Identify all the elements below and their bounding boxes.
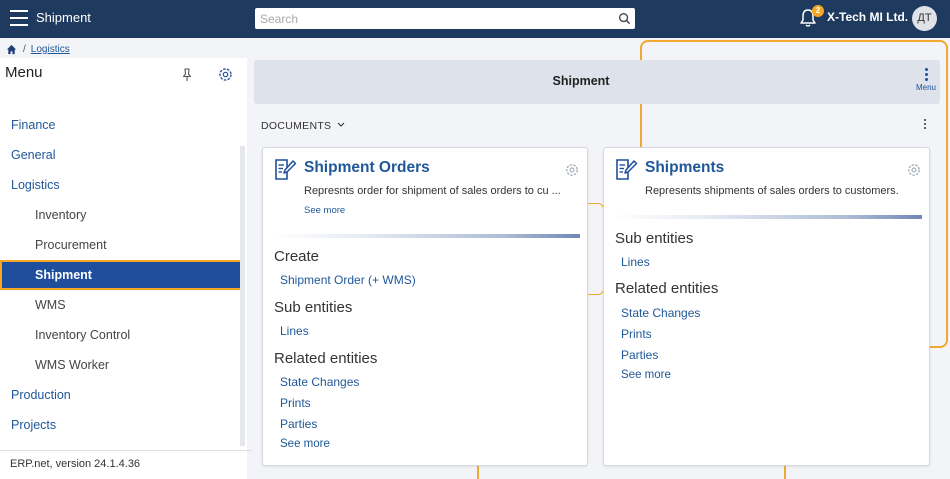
breadcrumb: / Logistics: [6, 42, 70, 56]
gear-icon[interactable]: [217, 66, 234, 83]
sidebar-item-logistics[interactable]: Logistics: [0, 170, 242, 200]
create-shipment-order-link[interactable]: Shipment Order (+ WMS): [280, 273, 416, 287]
shipment-orders-card: Shipment Orders Represnts order for ship…: [262, 147, 588, 466]
documents-label: DOCUMENTS: [261, 120, 332, 132]
sidebar-item-inventory-control[interactable]: Inventory Control: [0, 320, 242, 350]
home-icon[interactable]: [6, 44, 17, 55]
prints-link[interactable]: Prints: [280, 396, 311, 410]
see-more-link[interactable]: See more: [621, 369, 671, 381]
page-title: Shipment: [552, 74, 610, 88]
parties-link[interactable]: Parties: [280, 417, 317, 431]
sub-entities-heading: Sub entities: [274, 299, 353, 316]
lines-link[interactable]: Lines: [621, 255, 650, 269]
shipments-card: Shipments Represents shipments of sales …: [603, 147, 930, 466]
sidebar-item-shipment[interactable]: Shipment: [0, 260, 242, 290]
sidebar-item-procurement[interactable]: Procurement: [0, 230, 242, 260]
sidebar-divider: [0, 450, 252, 451]
card-description: Represents shipments of sales orders to …: [645, 185, 899, 197]
breadcrumb-logistics-link[interactable]: Logistics: [31, 44, 70, 55]
sidebar-item-general[interactable]: General: [0, 140, 242, 170]
card-title[interactable]: Shipment Orders: [304, 159, 430, 177]
app-title: Shipment: [36, 10, 91, 25]
card-description: Represnts order for shipment of sales or…: [304, 185, 561, 197]
chevron-down-icon: [337, 122, 344, 127]
sidebar-item-production[interactable]: Production: [0, 380, 242, 410]
version-label: ERP.net, version 24.1.4.36: [10, 458, 141, 470]
document-edit-icon: [275, 159, 297, 180]
menu-title: Menu: [5, 64, 43, 81]
state-changes-link[interactable]: State Changes: [621, 306, 700, 320]
sub-entities-heading: Sub entities: [615, 230, 694, 247]
menu-label: Menu: [915, 83, 936, 92]
notification-badge: 2: [812, 5, 824, 17]
hamburger-menu-icon[interactable]: [10, 10, 28, 26]
search-input[interactable]: [255, 8, 605, 29]
see-more-link[interactable]: See more: [304, 205, 345, 216]
sidebar-scrollbar[interactable]: [240, 146, 245, 446]
company-selector[interactable]: X-Tech MI Ltd.: [827, 10, 908, 24]
connector-line: [587, 203, 604, 295]
sidebar-item-finance[interactable]: Finance: [0, 110, 242, 140]
see-more-link[interactable]: See more: [280, 438, 330, 450]
gear-icon[interactable]: [906, 162, 922, 178]
pin-icon[interactable]: [181, 68, 193, 82]
kebab-icon: [924, 68, 928, 81]
page-menu-button[interactable]: Menu: [914, 68, 938, 98]
documents-section-toggle[interactable]: DOCUMENTS: [261, 120, 345, 132]
card-divider: [612, 215, 922, 219]
connector-line: [784, 466, 786, 479]
sidebar-item-wms[interactable]: WMS: [0, 290, 242, 320]
lines-link[interactable]: Lines: [280, 324, 309, 338]
create-heading: Create: [274, 248, 320, 265]
gear-icon[interactable]: [564, 162, 580, 178]
sidebar: Menu Finance General Logistics Inventory…: [0, 58, 252, 479]
related-entities-heading: Related entities: [274, 350, 378, 367]
avatar[interactable]: ДТ: [912, 6, 937, 31]
card-divider: [271, 234, 580, 238]
search-icon[interactable]: [618, 12, 631, 25]
sidebar-item-wms-worker[interactable]: WMS Worker: [0, 350, 242, 380]
prints-link[interactable]: Prints: [621, 327, 652, 341]
top-bar: Shipment 2 X-Tech MI Ltd. ДТ: [0, 0, 950, 38]
related-entities-heading: Related entities: [615, 280, 719, 297]
card-title[interactable]: Shipments: [645, 159, 724, 177]
breadcrumb-separator: /: [23, 43, 26, 55]
document-edit-icon: [616, 159, 638, 180]
parties-link[interactable]: Parties: [621, 348, 658, 362]
documents-kebab-icon[interactable]: [922, 119, 928, 131]
state-changes-link[interactable]: State Changes: [280, 375, 359, 389]
sidebar-item-inventory[interactable]: Inventory: [0, 200, 242, 230]
sidebar-menu-list: Finance General Logistics Inventory Proc…: [0, 110, 242, 440]
page-header: Shipment Menu: [254, 60, 940, 104]
connector-line: [477, 466, 479, 479]
sidebar-item-projects[interactable]: Projects: [0, 410, 242, 440]
search-box: [255, 8, 635, 29]
